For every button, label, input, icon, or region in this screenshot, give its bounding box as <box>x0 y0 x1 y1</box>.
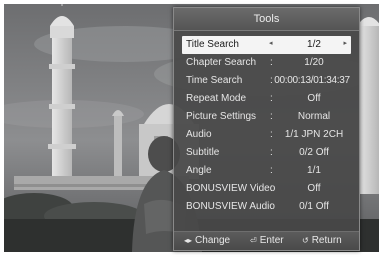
menu-row-label: Time Search <box>186 75 243 86</box>
menu-row-title-search[interactable]: Title Search ◂ 1/2 ▸ <box>182 36 351 54</box>
right-arrow-icon[interactable]: ▸ <box>343 39 347 47</box>
menu-row-value: 1/1 JPN 2CH <box>284 129 344 140</box>
menu-row-value: Off <box>307 183 321 194</box>
menu-row-separator: : <box>270 183 273 194</box>
return-icon: ↺ <box>302 236 309 245</box>
menu-row-value: 1/20 <box>304 57 324 68</box>
enter-hint[interactable]: ⏎ Enter <box>250 235 284 246</box>
left-right-arrows-icon: ◂▸ <box>184 236 193 245</box>
menu-row-label: Audio <box>186 129 212 140</box>
menu-row-chapter-search[interactable]: Chapter Search : 1/20 <box>182 54 351 72</box>
menu-row-label: Subtitle <box>186 147 220 158</box>
menu-row-label: Title Search <box>186 39 239 50</box>
menu-row-time-search[interactable]: Time Search : 00:00:13/01:34:37 <box>182 72 351 90</box>
menu-row-angle[interactable]: Angle : 1/1 <box>182 162 351 180</box>
menu-row-value: 0/1 Off <box>299 201 329 212</box>
menu-row-separator: : <box>270 57 273 68</box>
button-guide-bar: ◂▸ Change ⏎ Enter ↺ Return <box>174 231 359 250</box>
menu-row-separator: : <box>270 111 273 122</box>
tv-screen: Tools Title Search ◂ 1/2 ▸ Chapter Searc… <box>0 0 384 258</box>
return-hint[interactable]: ↺ Return <box>302 235 342 246</box>
tools-menu-panel: Tools Title Search ◂ 1/2 ▸ Chapter Searc… <box>173 7 360 251</box>
tools-menu-list: Title Search ◂ 1/2 ▸ Chapter Search : 1/… <box>182 36 351 216</box>
menu-row-bonusview-audio[interactable]: BONUSVIEW Audio : 0/1 Off <box>182 198 351 216</box>
enter-icon: ⏎ <box>250 236 257 245</box>
left-arrow-icon[interactable]: ◂ <box>269 39 273 47</box>
menu-row-value: 1/2 <box>307 39 321 50</box>
menu-row-repeat-mode[interactable]: Repeat Mode : Off <box>182 90 351 108</box>
change-label: Change <box>195 235 231 246</box>
menu-row-value: Normal <box>297 111 331 122</box>
return-label: Return <box>311 235 342 246</box>
menu-row-bonusview-video[interactable]: BONUSVIEW Video : Off <box>182 180 351 198</box>
menu-row-separator: : <box>270 129 273 140</box>
menu-row-label: Repeat Mode <box>186 93 247 104</box>
tools-menu-title: Tools <box>174 8 359 31</box>
enter-label: Enter <box>259 235 284 246</box>
menu-row-value: 0/2 Off <box>299 147 329 158</box>
menu-row-value: 1/1 <box>307 165 321 176</box>
menu-row-subtitle[interactable]: Subtitle : 0/2 Off <box>182 144 351 162</box>
change-hint[interactable]: ◂▸ Change <box>184 235 230 246</box>
menu-row-separator: : <box>270 201 273 212</box>
menu-row-label: BONUSVIEW Video <box>186 183 276 194</box>
menu-row-separator: : <box>270 93 273 104</box>
menu-row-label: BONUSVIEW Audio <box>186 201 275 212</box>
menu-row-separator: : <box>270 147 273 158</box>
menu-row-audio[interactable]: Audio : 1/1 JPN 2CH <box>182 126 351 144</box>
menu-row-separator: : <box>270 165 273 176</box>
menu-row-value: 00:00:13/01:34:37 <box>274 75 350 86</box>
menu-row-label: Chapter Search <box>186 57 257 68</box>
menu-row-picture-settings[interactable]: Picture Settings : Normal <box>182 108 351 126</box>
menu-row-value: Off <box>307 93 321 104</box>
menu-row-label: Picture Settings <box>186 111 257 122</box>
menu-row-label: Angle <box>186 165 212 176</box>
